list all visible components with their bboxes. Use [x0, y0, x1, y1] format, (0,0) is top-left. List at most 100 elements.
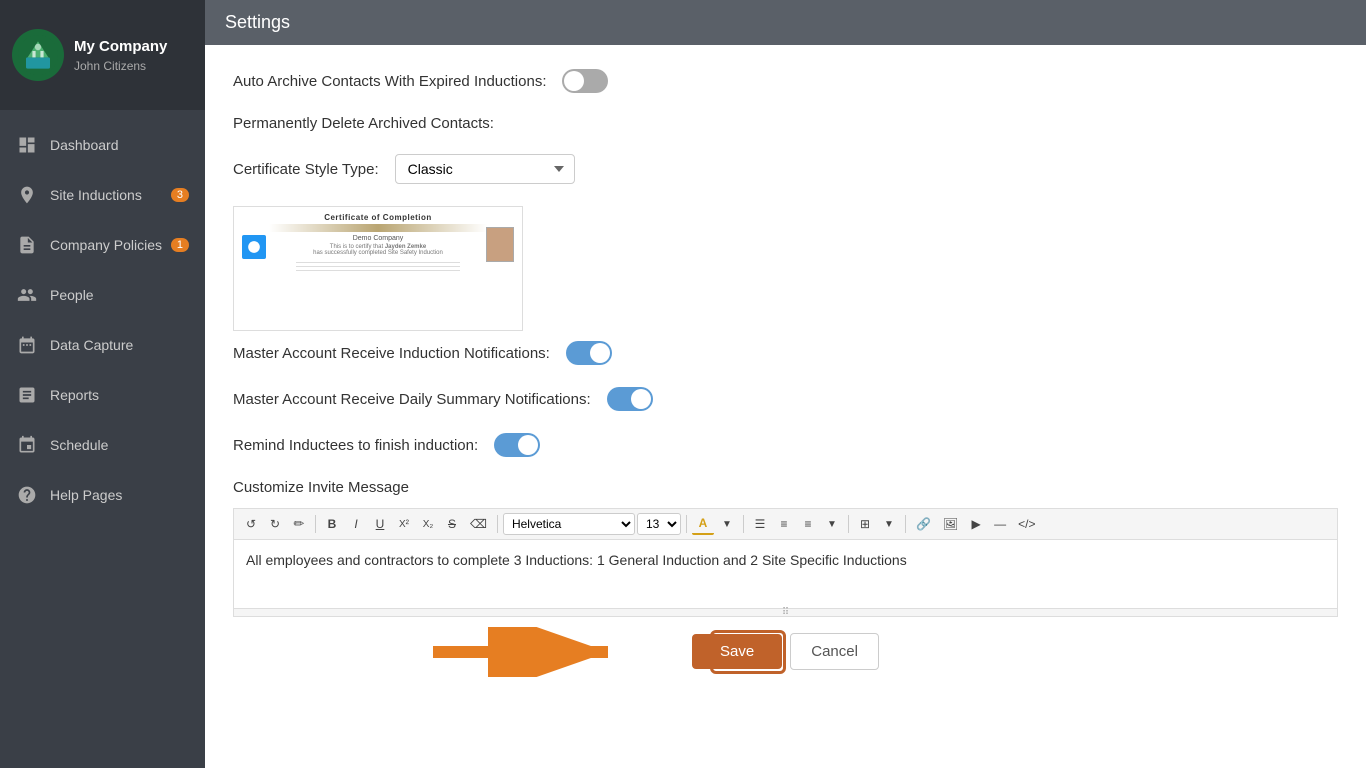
company-logo[interactable]	[12, 29, 64, 81]
sidebar-item-dashboard[interactable]: Dashboard	[0, 120, 205, 170]
italic-button[interactable]: I	[345, 513, 367, 535]
font-size-select[interactable]: 13 12 14 16	[637, 513, 681, 535]
image-button[interactable]: 🖼	[938, 513, 963, 535]
horizontal-rule-button[interactable]: —	[989, 513, 1011, 535]
site-inductions-icon	[16, 184, 38, 206]
eraser-button[interactable]: ✏	[288, 513, 310, 535]
align-dropdown[interactable]: ▼	[821, 513, 843, 535]
numbered-list-button[interactable]: ≡	[773, 513, 795, 535]
site-inductions-badge: 3	[171, 188, 189, 202]
separator-1	[315, 515, 316, 533]
table-button[interactable]: ⊞	[854, 513, 876, 535]
cert-photo	[486, 227, 514, 262]
auto-archive-toggle[interactable]	[562, 69, 608, 93]
master-induction-toggle[interactable]	[566, 341, 612, 365]
redo-button[interactable]: ↻	[264, 513, 286, 535]
company-name: My Company	[74, 37, 167, 57]
settings-title: Settings	[225, 12, 290, 32]
sidebar: My Company John Citizens Dashboard Site …	[0, 0, 205, 768]
separator-2	[497, 515, 498, 533]
cert-preview-body: This is to certify that Jayden Zemke has…	[313, 244, 443, 256]
editor-resize-handle[interactable]	[233, 609, 1338, 617]
sidebar-item-people[interactable]: People	[0, 270, 205, 320]
reports-icon	[16, 384, 38, 406]
sidebar-item-reports[interactable]: Reports	[0, 370, 205, 420]
bullet-list-button[interactable]: ☰	[749, 513, 771, 535]
separator-3	[686, 515, 687, 533]
arrow-annotation	[433, 627, 633, 677]
company-info: My Company John Citizens	[74, 37, 167, 74]
font-select[interactable]: Helvetica Arial Times New Roman	[503, 513, 635, 535]
cert-preview-title: Certificate of Completion	[324, 213, 432, 222]
code-button[interactable]: </>	[1013, 513, 1040, 535]
permanently-delete-row: Permanently Delete Archived Contacts:	[233, 115, 1338, 132]
user-name: John Citizens	[74, 59, 167, 73]
invite-section: Customize Invite Message ↺ ↻ ✏ B I U X² …	[233, 479, 1338, 617]
data-capture-icon	[16, 334, 38, 356]
sidebar-nav: Dashboard Site Inductions 3 Company Poli…	[0, 110, 205, 768]
settings-header: Settings	[205, 0, 1366, 45]
sidebar-item-company-policies[interactable]: Company Policies 1	[0, 220, 205, 270]
master-induction-row: Master Account Receive Induction Notific…	[233, 341, 1338, 365]
settings-body: Auto Archive Contacts With Expired Induc…	[205, 45, 1366, 694]
invite-label: Customize Invite Message	[233, 479, 1338, 496]
sidebar-item-label-help-pages: Help Pages	[50, 487, 189, 503]
cert-decoration	[269, 224, 487, 232]
superscript-button[interactable]: X²	[393, 513, 415, 535]
remind-inductees-toggle[interactable]	[494, 433, 540, 457]
cert-line-2	[296, 266, 459, 267]
certificate-inner: Certificate of Completion Demo Company T…	[234, 207, 522, 330]
sidebar-item-label-dashboard: Dashboard	[50, 137, 189, 153]
video-button[interactable]: ▶	[965, 513, 987, 535]
company-policies-icon	[16, 234, 38, 256]
clear-format-button[interactable]: ⌫	[465, 513, 492, 535]
sidebar-item-label-reports: Reports	[50, 387, 189, 403]
invite-message-editor[interactable]: All employees and contractors to complet…	[233, 539, 1338, 609]
font-color-button[interactable]: A	[692, 513, 714, 535]
auto-archive-label: Auto Archive Contacts With Expired Induc…	[233, 73, 546, 90]
sidebar-item-label-people: People	[50, 287, 189, 303]
undo-button[interactable]: ↺	[240, 513, 262, 535]
cert-style-select[interactable]: Classic Modern Minimal	[395, 154, 575, 184]
sidebar-item-label-company-policies: Company Policies	[50, 237, 167, 253]
save-button[interactable]: Save	[692, 634, 782, 669]
settings-container: Settings Auto Archive Contacts With Expi…	[205, 0, 1366, 768]
sidebar-header: My Company John Citizens	[0, 0, 205, 110]
help-pages-icon	[16, 484, 38, 506]
master-daily-label: Master Account Receive Daily Summary Not…	[233, 391, 591, 408]
dashboard-icon	[16, 134, 38, 156]
master-daily-toggle[interactable]	[607, 387, 653, 411]
remind-inductees-slider	[494, 433, 540, 457]
sidebar-item-data-capture[interactable]: Data Capture	[0, 320, 205, 370]
cert-line-1	[296, 262, 459, 263]
certificate-preview: Certificate of Completion Demo Company T…	[233, 206, 523, 331]
underline-button[interactable]: U	[369, 513, 391, 535]
sidebar-item-help-pages[interactable]: Help Pages	[0, 470, 205, 520]
separator-4	[743, 515, 744, 533]
master-induction-label: Master Account Receive Induction Notific…	[233, 345, 550, 362]
separator-5	[848, 515, 849, 533]
sidebar-item-site-inductions[interactable]: Site Inductions 3	[0, 170, 205, 220]
people-icon	[16, 284, 38, 306]
cancel-button[interactable]: Cancel	[790, 633, 879, 670]
editor-content: All employees and contractors to complet…	[246, 552, 907, 568]
strikethrough-button[interactable]: S	[441, 513, 463, 535]
action-row: Save Cancel	[233, 633, 1338, 670]
bold-button[interactable]: B	[321, 513, 343, 535]
subscript-button[interactable]: X₂	[417, 513, 439, 535]
auto-archive-row: Auto Archive Contacts With Expired Induc…	[233, 69, 1338, 93]
cert-line-3	[296, 270, 459, 271]
permanently-delete-label: Permanently Delete Archived Contacts:	[233, 115, 494, 132]
cert-style-row: Certificate Style Type: Classic Modern M…	[233, 154, 1338, 184]
font-color-dropdown[interactable]: ▼	[716, 513, 738, 535]
table-dropdown[interactable]: ▼	[878, 513, 900, 535]
remind-inductees-label: Remind Inductees to finish induction:	[233, 437, 478, 454]
sidebar-item-schedule[interactable]: Schedule	[0, 420, 205, 470]
master-induction-slider	[566, 341, 612, 365]
link-button[interactable]: 🔗	[911, 513, 936, 535]
separator-6	[905, 515, 906, 533]
sidebar-item-label-schedule: Schedule	[50, 437, 189, 453]
cert-preview-company: Demo Company	[353, 235, 404, 242]
sidebar-item-label-site-inductions: Site Inductions	[50, 187, 167, 203]
align-button[interactable]: ≡	[797, 513, 819, 535]
